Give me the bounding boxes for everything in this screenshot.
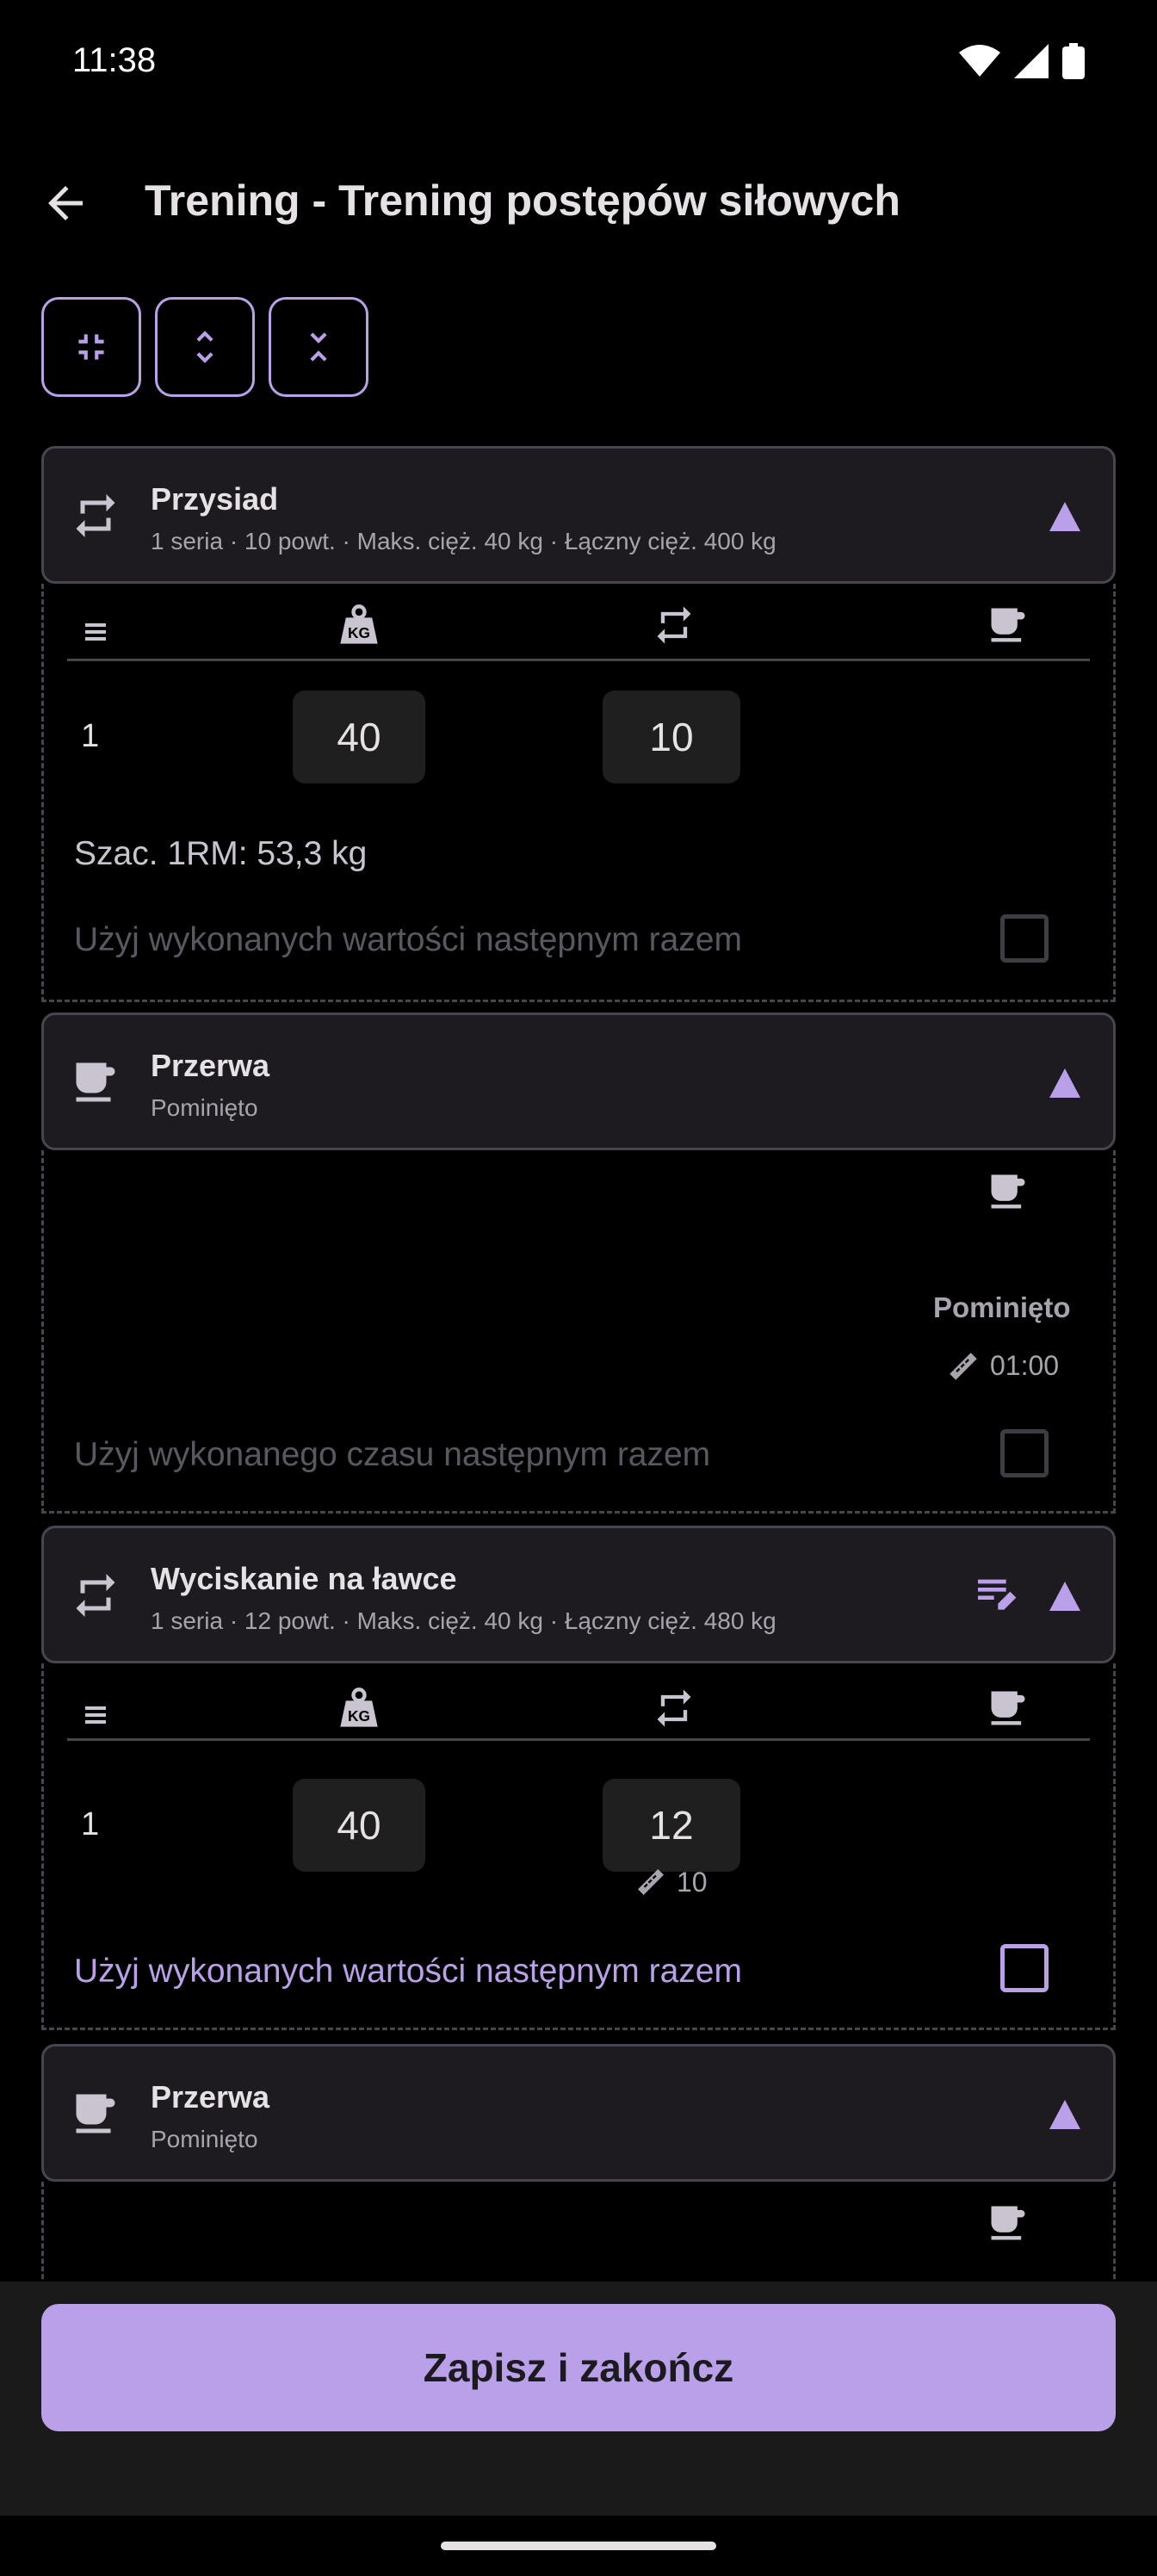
back-button[interactable] (34, 172, 96, 234)
exercise-name: Przysiad (151, 481, 279, 517)
svg-text:KG: KG (348, 1707, 370, 1725)
collapse-triangle-icon[interactable] (1049, 1582, 1080, 1611)
weight-input[interactable]: 40 (293, 690, 425, 783)
set-number: 1 (81, 718, 100, 754)
weight-input[interactable]: 40 (293, 1779, 425, 1872)
rest-status: Pominięto (151, 1094, 258, 1121)
divider (67, 659, 1090, 661)
unfold-more-icon (196, 331, 213, 363)
arrow-back-icon (48, 186, 83, 220)
expand-all-button[interactable] (155, 297, 255, 397)
status-icons (959, 43, 1085, 79)
signal-icon (1014, 44, 1049, 78)
edit-note-icon[interactable] (972, 1570, 1020, 1618)
battery-icon (1062, 43, 1085, 79)
home-indicator[interactable] (441, 2542, 716, 2550)
rest-name: Przerwa (151, 1048, 270, 1083)
set-number: 1 (81, 1806, 100, 1842)
wifi-icon (959, 45, 1000, 77)
coffee-icon (991, 1174, 1025, 1209)
exercise-name: Wyciskanie na ławce (151, 1561, 457, 1596)
repeat-icon (76, 494, 115, 537)
collapse-triangle-icon[interactable] (1049, 502, 1080, 531)
drag-handle-icon (85, 623, 106, 641)
unfold-less-icon (310, 332, 327, 362)
repeat-icon (76, 1574, 115, 1617)
rest-status-detail: Pominięto (933, 1291, 1071, 1323)
rest-target-time: 01:00 (990, 1350, 1060, 1381)
weight-kg-icon: KG (340, 1687, 378, 1727)
exercise-summary: 1 seria · 12 powt. · Maks. cięż. 40 kg ·… (151, 1607, 776, 1634)
coffee-icon (991, 608, 1025, 642)
fold-all-button[interactable] (269, 297, 368, 397)
drag-handle-icon (85, 1706, 106, 1724)
coffee-icon (991, 2206, 1025, 2240)
repeat-icon (657, 1689, 691, 1727)
rest-card[interactable]: Przerwa Pominięto (41, 2044, 1116, 2182)
use-values-label: Użyj wykonanych wartości następnym razem (74, 1953, 742, 1990)
reps-input[interactable]: 12 (603, 1779, 740, 1872)
collapse-triangle-icon[interactable] (1049, 2100, 1080, 2129)
coffee-icon (991, 1691, 1025, 1725)
use-time-label: Użyj wykonanego czasu następnym razem (74, 1436, 711, 1473)
use-values-label: Użyj wykonanych wartości następnym razem (74, 921, 742, 958)
weight-kg-icon: KG (340, 604, 378, 644)
exercise-card-przysiad[interactable]: Przysiad 1 seria · 10 powt. · Maks. cięż… (41, 446, 1116, 584)
rest-name: Przerwa (151, 2079, 270, 2115)
exercise-summary: 1 seria · 10 powt. · Maks. cięż. 40 kg ·… (151, 528, 776, 554)
rest-status: Pominięto (151, 2126, 258, 2152)
exercise-card-wyciskanie[interactable]: Wyciskanie na ławce 1 seria · 12 powt. ·… (41, 1526, 1116, 1663)
svg-text:KG: KG (348, 624, 370, 641)
coffee-icon (76, 2094, 115, 2133)
estimated-1rm: Szac. 1RM: 53,3 kg (74, 835, 368, 872)
use-values-checkbox[interactable] (1000, 914, 1049, 963)
status-time: 11:38 (72, 41, 157, 79)
coffee-icon (76, 1062, 115, 1102)
ruler-icon (638, 1869, 664, 1895)
page-title: Trening - Trening postępów siłowych (145, 176, 900, 225)
use-values-checkbox[interactable] (1000, 1944, 1049, 1992)
save-and-finish-button[interactable]: Zapisz i zakończ (41, 2304, 1116, 2431)
divider (67, 1738, 1090, 1741)
reps-input[interactable]: 10 (603, 690, 740, 783)
repeat-icon (657, 606, 691, 644)
collapse-triangle-icon[interactable] (1049, 1068, 1080, 1098)
collapse-all-button[interactable] (41, 297, 141, 397)
collapse-icon (78, 334, 104, 360)
use-time-checkbox[interactable] (1000, 1429, 1049, 1477)
rest-card[interactable]: Przerwa Pominięto (41, 1012, 1116, 1150)
target-reps: 10 (677, 1867, 708, 1898)
ruler-icon (950, 1353, 977, 1380)
